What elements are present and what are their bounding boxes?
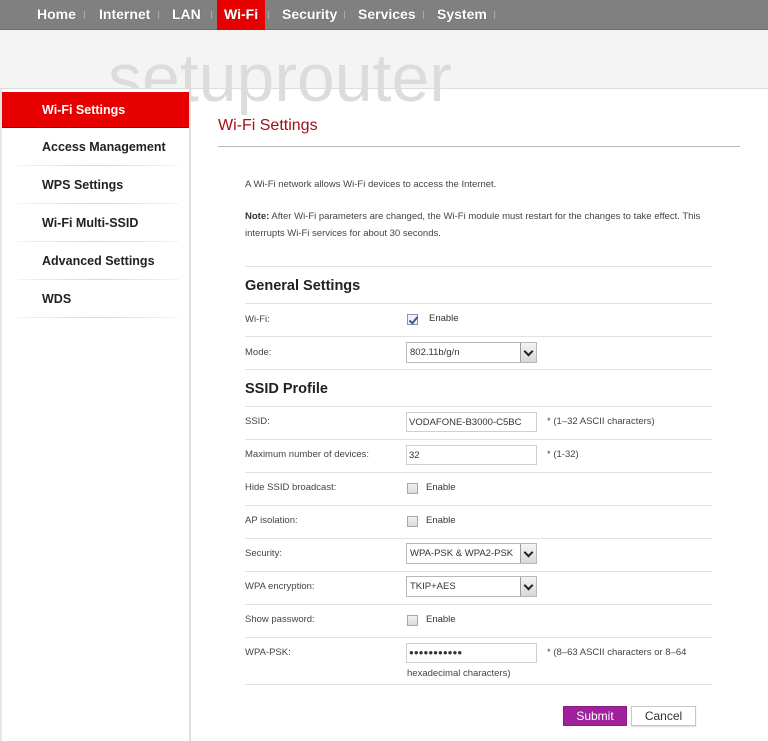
- divider: [245, 439, 712, 440]
- tab-separator: [84, 11, 85, 19]
- sidebar-item-label: Advanced Settings: [42, 254, 155, 268]
- wpa-psk-input[interactable]: ●●●●●●●●●●●: [406, 643, 537, 663]
- tab-lan[interactable]: LAN: [165, 0, 208, 30]
- submit-button[interactable]: Submit: [563, 706, 627, 726]
- note-text: Note: After Wi-Fi parameters are changed…: [245, 208, 725, 242]
- chevron-down-icon: [520, 544, 536, 563]
- chevron-down-icon: [520, 577, 536, 596]
- sidebar-item-label: Wi-Fi Multi-SSID: [42, 216, 139, 230]
- wpa-psk-label: WPA-PSK:: [245, 647, 291, 658]
- tab-separator: [344, 11, 345, 19]
- divider: [245, 505, 712, 506]
- tab-separator: [423, 11, 424, 19]
- wpa-encryption-label: WPA encryption:: [245, 581, 315, 592]
- wpa-psk-hint: * (8–63 ASCII characters or 8–64: [547, 647, 687, 658]
- mode-select-value: 802.11b/g/n: [410, 347, 460, 358]
- hide-ssid-enable-label: Enable: [426, 482, 456, 493]
- intro-text: A Wi-Fi network allows Wi-Fi devices to …: [245, 179, 497, 190]
- tab-separator: [158, 11, 159, 19]
- ap-isolation-enable-label: Enable: [426, 515, 456, 526]
- divider: [18, 317, 179, 318]
- divider: [245, 637, 712, 638]
- divider: [245, 266, 712, 267]
- sidebar-item-wifi-settings[interactable]: Wi-Fi Settings: [2, 92, 189, 128]
- tab-services[interactable]: Services: [351, 0, 423, 30]
- top-nav: Home Internet LAN Wi-Fi Security Service…: [0, 0, 768, 30]
- wifi-label: Wi-Fi:: [245, 314, 270, 325]
- sidebar-item-label: Access Management: [42, 140, 166, 154]
- section-ssid-profile: SSID Profile: [245, 381, 328, 397]
- wpa-encryption-select[interactable]: TKIP+AES: [406, 576, 537, 597]
- sidebar: Wi-Fi Settings Access Management WPS Set…: [0, 89, 191, 741]
- ap-isolation-checkbox[interactable]: [407, 516, 418, 527]
- cancel-button[interactable]: Cancel: [631, 706, 696, 726]
- note-body: After Wi-Fi parameters are changed, the …: [245, 211, 701, 239]
- hide-ssid-label: Hide SSID broadcast:: [245, 482, 337, 493]
- wifi-enable-label: Enable: [429, 313, 459, 324]
- security-select[interactable]: WPA-PSK & WPA2-PSK: [406, 543, 537, 564]
- wpa-encryption-select-value: TKIP+AES: [410, 581, 456, 592]
- divider: [245, 336, 712, 337]
- wpa-psk-hint-cont: hexadecimal characters): [407, 668, 511, 679]
- divider: [245, 406, 712, 407]
- sidebar-item-wps-settings[interactable]: WPS Settings: [2, 166, 189, 204]
- tab-home[interactable]: Home: [30, 0, 83, 30]
- tab-separator: [211, 11, 212, 19]
- divider: [245, 369, 712, 370]
- sidebar-item-label: WPS Settings: [42, 178, 124, 192]
- show-password-checkbox[interactable]: [407, 615, 418, 626]
- tab-separator: [268, 11, 269, 19]
- security-select-value: WPA-PSK & WPA2-PSK: [410, 548, 514, 559]
- mode-label: Mode:: [245, 347, 272, 358]
- tab-wifi[interactable]: Wi-Fi: [217, 0, 266, 30]
- divider: [245, 303, 712, 304]
- divider: [245, 571, 712, 572]
- tab-separator: [494, 11, 495, 19]
- show-password-label: Show password:: [245, 614, 315, 625]
- hide-ssid-checkbox[interactable]: [407, 483, 418, 494]
- sidebar-item-access-management[interactable]: Access Management: [2, 128, 189, 166]
- ssid-label: SSID:: [245, 416, 270, 427]
- max-devices-label: Maximum number of devices:: [245, 449, 370, 460]
- tab-internet[interactable]: Internet: [92, 0, 157, 30]
- divider: [245, 684, 712, 685]
- tab-security[interactable]: Security: [275, 0, 344, 30]
- security-label: Security:: [245, 548, 282, 559]
- sidebar-item-label: Wi-Fi Settings: [42, 103, 126, 117]
- header-banner: setuprouter: [0, 30, 768, 112]
- ssid-hint: * (1–32 ASCII characters): [547, 416, 655, 427]
- mode-select[interactable]: 802.11b/g/n: [406, 342, 537, 363]
- sidebar-item-label: WDS: [42, 292, 72, 306]
- show-password-enable-label: Enable: [426, 614, 456, 625]
- chevron-down-icon: [520, 343, 536, 362]
- sidebar-item-wds[interactable]: WDS: [2, 280, 189, 318]
- sidebar-item-advanced-settings[interactable]: Advanced Settings: [2, 242, 189, 280]
- wifi-enable-checkbox[interactable]: [407, 314, 418, 325]
- ap-isolation-label: AP isolation:: [245, 515, 298, 526]
- ssid-input[interactable]: [406, 412, 537, 432]
- section-general-settings: General Settings: [245, 278, 361, 294]
- divider: [245, 472, 712, 473]
- divider: [245, 604, 712, 605]
- page-title: Wi-Fi Settings: [218, 117, 318, 134]
- title-divider: [218, 146, 740, 147]
- max-devices-hint: * (1-32): [547, 449, 579, 460]
- sidebar-item-wifi-multi-ssid[interactable]: Wi-Fi Multi-SSID: [2, 204, 189, 242]
- note-label: Note:: [245, 211, 270, 222]
- divider: [245, 538, 712, 539]
- tab-system[interactable]: System: [430, 0, 494, 30]
- max-devices-input[interactable]: [406, 445, 537, 465]
